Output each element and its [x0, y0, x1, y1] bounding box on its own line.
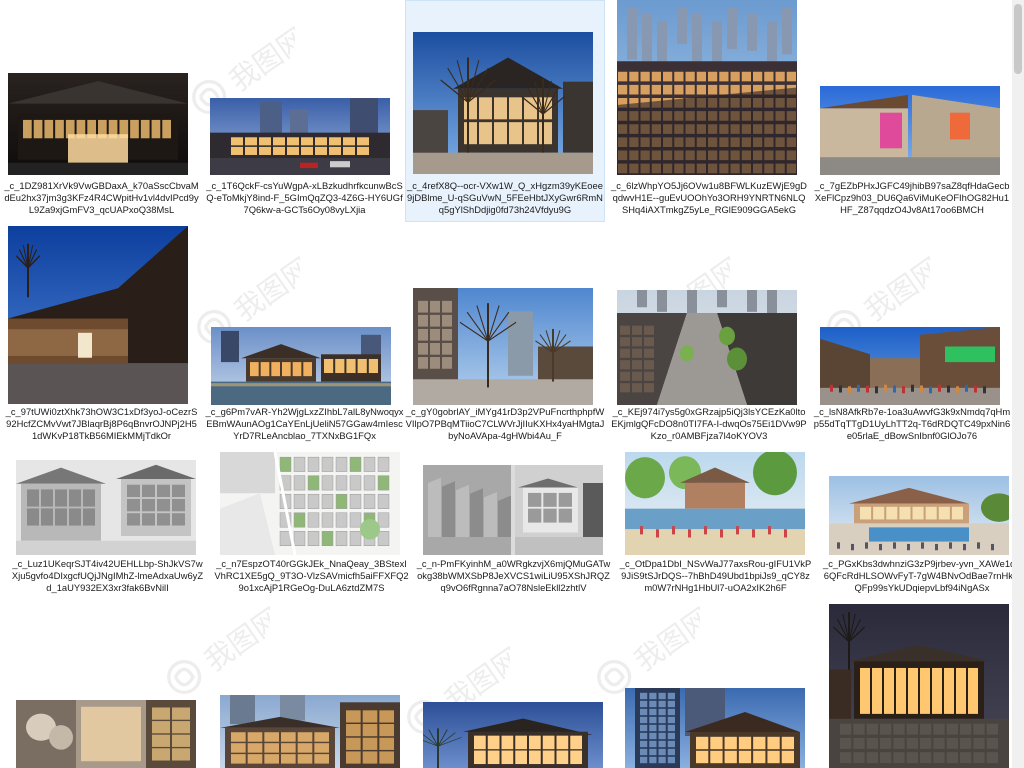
- file-thumbnail[interactable]: [820, 327, 1000, 405]
- file-name-label[interactable]: _c_PGxKbs3dwhnziG3zP9jrbev-yvn_XAWe1oZ6Q…: [822, 558, 1022, 594]
- file-name-label[interactable]: _c_6lzWhpYO5Jj6OVw1u8BFWLKuzEWjE9gDqdwvH…: [610, 180, 808, 216]
- file-name-label[interactable]: _c_4refX8Q--ocr-VXw1W_Q_xHgzm39yKEoee9jD…: [405, 180, 605, 216]
- file-thumbnail[interactable]: [16, 700, 196, 768]
- file-thumbnail-grid: 我图网 我图网 我图网 我图网 我图网 我图网 我图网 我图网_c_1DZ981…: [0, 0, 1024, 768]
- file-name-label[interactable]: _c_97tUWi0ztXhk73hOW3C1xDf3yoJ-oCezrS92H…: [4, 406, 199, 442]
- file-name-label[interactable]: _c_OtDpa1DbI_NSvWaJ77axsRou-gIFU1VkP9JiS…: [618, 558, 813, 594]
- file-thumbnail[interactable]: [617, 0, 797, 175]
- file-thumbnail[interactable]: [210, 98, 390, 175]
- file-thumbnail[interactable]: [220, 452, 400, 555]
- svg-text:我图网: 我图网: [198, 601, 270, 678]
- file-name-label[interactable]: _c_7gEZbPHxJGFC49jhibB97saZ8qfHdaGecbXeF…: [812, 180, 1012, 216]
- file-thumbnail[interactable]: [820, 86, 1000, 175]
- file-thumbnail[interactable]: [16, 460, 196, 555]
- file-name-label[interactable]: _c_gY0gobrlAY_iMYg41rD3p2VPuFncrthphpfWV…: [405, 406, 605, 442]
- file-name-label[interactable]: _c_lsN8AfkRb7e-1oa3uAwvfG3k9xNmdq7qHmp55…: [812, 406, 1012, 442]
- file-name-label[interactable]: _c_KEj974i7ys5g0xGRzajp5iQj3lsYCEzKa0lto…: [610, 406, 808, 442]
- file-thumbnail[interactable]: [211, 327, 391, 405]
- vertical-scrollbar[interactable]: [1012, 0, 1024, 768]
- file-thumbnail[interactable]: [8, 73, 188, 175]
- file-thumbnail[interactable]: [8, 226, 188, 404]
- file-name-label[interactable]: _c_Luz1UKeqrSJT4iv42UEHLLbp-ShJkVS7wXju5…: [10, 558, 205, 594]
- file-thumbnail[interactable]: [220, 695, 400, 768]
- file-thumbnail[interactable]: [625, 688, 805, 768]
- scrollbar-thumb[interactable]: [1014, 4, 1022, 74]
- file-thumbnail[interactable]: [829, 476, 1009, 555]
- file-name-label[interactable]: _c_1T6QckF-csYuWgpA-xLBzkudhrfkcunwBcSQ-…: [205, 180, 404, 216]
- file-name-label[interactable]: _c_n-PmFKyinhM_a0WRgkzvjX6mjQMuGATwokg38…: [416, 558, 611, 594]
- file-name-label[interactable]: _c_n7EspzOT40rGGkJEk_NnaQeay_3BStexIVhRC…: [214, 558, 409, 594]
- file-thumbnail[interactable]: [413, 288, 593, 405]
- file-name-label[interactable]: _c_g6Pm7vAR-Yh2WjgLxzZIhbL7alL8yNwoqyxEB…: [205, 406, 404, 442]
- file-thumbnail[interactable]: [625, 452, 805, 555]
- svg-text:我图网: 我图网: [628, 601, 700, 678]
- file-name-label[interactable]: _c_1DZ981XrVk9VwGBDaxA_k70aSscCbvaMdEu2h…: [4, 180, 199, 216]
- file-thumbnail[interactable]: [413, 32, 593, 174]
- file-thumbnail[interactable]: [423, 465, 603, 555]
- file-thumbnail[interactable]: [617, 290, 797, 405]
- file-thumbnail[interactable]: [423, 702, 603, 768]
- file-thumbnail[interactable]: [829, 604, 1009, 768]
